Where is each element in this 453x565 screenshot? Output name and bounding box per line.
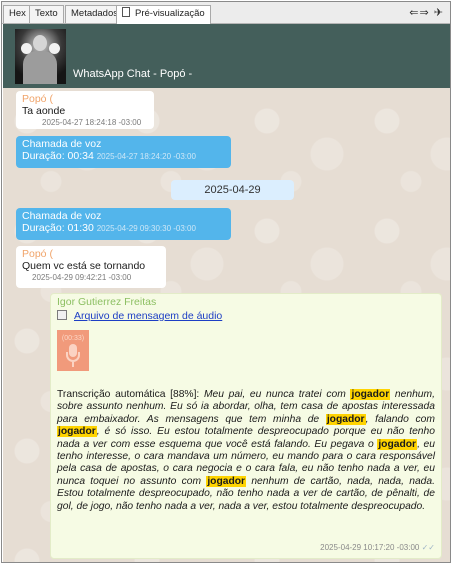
- message-sender: Igor Gutierrez Freitas: [57, 296, 157, 308]
- message-sender: Popó (: [22, 248, 53, 260]
- transcript-prefix: Transcrição automática [88%]:: [57, 389, 200, 400]
- message-sender: Popó (: [22, 93, 53, 105]
- call-duration: Duração: 00:34: [22, 150, 94, 162]
- highlighted-term: jogador: [377, 438, 418, 450]
- navigation-icons[interactable]: ⇐⇒ ✈: [409, 6, 444, 19]
- tab-metadados-label: Metadados: [71, 8, 119, 19]
- microphone-base-shape: [72, 362, 74, 367]
- highlighted-term: jogador: [206, 475, 247, 487]
- tab-pre-visualizacao[interactable]: Pré-visualização: [116, 5, 211, 24]
- highlighted-term: jogador: [350, 389, 391, 400]
- audio-player-thumbnail[interactable]: (00:33): [57, 330, 89, 371]
- chat-header: WhatsApp Chat - Popó -: [3, 24, 450, 88]
- call-bubble: Chamada de voz Duração: 01:30 2025-04-29…: [16, 208, 231, 240]
- date-separator: 2025-04-29: [171, 180, 294, 200]
- tab-texto-label: Texto: [35, 8, 58, 19]
- call-label: Chamada de voz: [22, 210, 102, 222]
- message-timestamp: 2025-04-29 09:30:30 -03:00: [96, 224, 196, 233]
- call-duration: Duração: 01:30: [22, 222, 94, 234]
- message-bubble: Popó ( Quem vc está se tornando 2025-04-…: [16, 246, 166, 288]
- tab-pre-visualizacao-label: Pré-visualização: [135, 8, 205, 19]
- message-bubble: Popó ( Ta aonde 2025-04-27 18:24:18 -03:…: [16, 91, 154, 129]
- transcript-text: , falando com: [365, 413, 435, 425]
- transcript-text: Meu pai, eu nunca tratei com: [203, 389, 346, 400]
- message-text: Quem vc está se tornando: [22, 260, 146, 272]
- message-timestamp: 2025-04-27 18:24:18 -03:00: [42, 118, 142, 127]
- tab-hex[interactable]: Hex: [3, 5, 32, 23]
- pin-icon[interactable]: ✈: [434, 7, 444, 19]
- avatar: [15, 29, 66, 84]
- avatar-glove-right: [49, 43, 60, 54]
- message-timestamp-row: 2025-04-29 10:17:20 -03:00 ✓✓: [320, 542, 435, 554]
- call-bubble: Chamada de voz Duração: 00:34 2025-04-27…: [16, 136, 231, 168]
- double-check-icon: ✓✓: [421, 543, 435, 552]
- chat-area: Popó ( Ta aonde 2025-04-27 18:24:18 -03:…: [3, 88, 450, 562]
- preview-window: Hex Texto Metadados Pré-visualização ⇐⇒ …: [1, 1, 451, 563]
- audio-file-link[interactable]: Arquivo de mensagem de áudio: [74, 310, 222, 322]
- forward-arrow-icon[interactable]: ⇒: [420, 7, 430, 19]
- audio-transcript: Transcrição automática [88%]: Meu pai, e…: [57, 389, 435, 513]
- microphone-stand-shape: [66, 352, 80, 362]
- avatar-glove-left: [21, 43, 32, 54]
- message-timestamp: 2025-04-29 10:17:20 -03:00: [320, 543, 420, 552]
- tab-hex-label: Hex: [9, 8, 26, 19]
- message-timestamp: 2025-04-29 09:42:21 -03:00: [32, 273, 132, 282]
- chat-title: WhatsApp Chat - Popó -: [73, 68, 193, 80]
- tab-texto[interactable]: Texto: [29, 5, 64, 23]
- message-timestamp: 2025-04-27 18:24:20 -03:00: [96, 152, 196, 161]
- highlighted-term: jogador: [57, 426, 97, 438]
- message-text: Ta aonde: [22, 105, 66, 117]
- call-label: Chamada de voz: [22, 138, 102, 150]
- highlighted-term: jogador: [325, 413, 366, 425]
- audio-message-bubble: Igor Gutierrez Freitas Arquivo de mensag…: [50, 293, 442, 559]
- tab-bar: Hex Texto Metadados Pré-visualização ⇐⇒ …: [2, 2, 450, 24]
- back-arrow-icon[interactable]: ⇐: [409, 7, 419, 19]
- avatar-body-shape: [23, 51, 57, 84]
- audio-checkbox[interactable]: [57, 310, 67, 320]
- avatar-head-shape: [33, 35, 47, 51]
- document-icon: [122, 7, 130, 17]
